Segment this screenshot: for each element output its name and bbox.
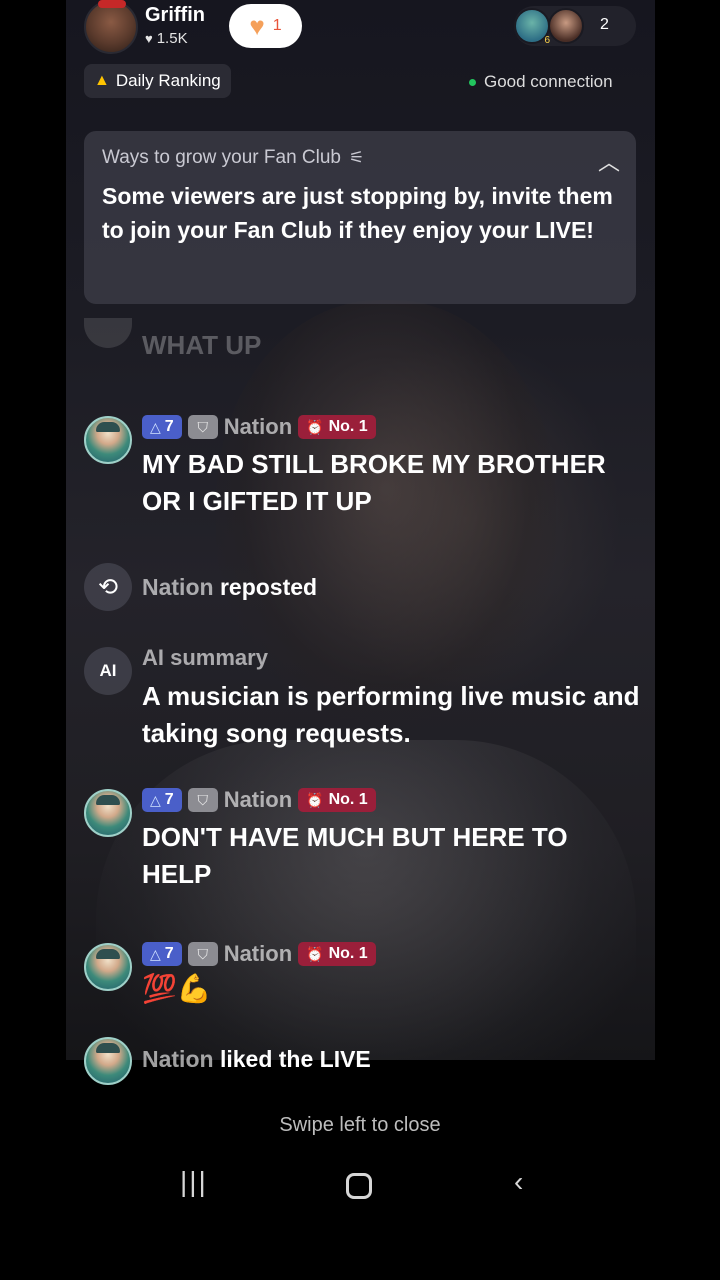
viewer-avatar[interactable]: 6	[514, 8, 550, 46]
fan-club-card-header: Ways to grow your Fan Club ⚟	[102, 147, 618, 169]
daily-ranking-label: Daily Ranking	[115, 71, 221, 90]
chat-meta: △ 7 ⛉ Nation ⏰ No. 1	[142, 414, 376, 440]
level-triangle-icon: △	[150, 418, 161, 435]
system-nav-bar: ||| ‹	[0, 1158, 720, 1218]
swipe-hint: Swipe left to close	[279, 1114, 441, 1136]
heart-count: 1	[272, 17, 282, 34]
repost-action: reposted	[219, 574, 318, 600]
viewer-avatar[interactable]	[548, 8, 584, 44]
cap-shape	[96, 422, 120, 432]
hat-shape	[98, 0, 126, 8]
chat-username[interactable]: Nation	[224, 941, 292, 967]
host-avatar[interactable]	[84, 0, 138, 54]
clock-icon: ⏰	[306, 418, 324, 435]
repost-icon: ⟲	[84, 563, 132, 611]
connection-dot-icon	[469, 78, 476, 86]
daily-ranking-button[interactable]: ▲ Daily Ranking	[84, 64, 231, 98]
user-avatar[interactable]	[84, 943, 132, 991]
rank-badge: ⏰ No. 1	[298, 788, 376, 812]
shield-icon: ⛉	[187, 942, 218, 966]
fire-icon: ▲	[94, 72, 110, 89]
viewer-rank-badge: 6	[544, 35, 550, 46]
ai-summary-label: AI summary	[142, 645, 268, 670]
level-triangle-icon: △	[150, 945, 161, 962]
clock-icon: ⏰	[306, 791, 324, 808]
clock-icon: ⏰	[306, 945, 324, 962]
rank-value: No. 1	[328, 418, 368, 435]
chevron-up-icon[interactable]: ︿	[598, 145, 620, 177]
chat-message-emoji: 💯💪	[142, 973, 212, 1004]
repost-line: Nation reposted	[142, 574, 317, 601]
repost-user[interactable]: Nation	[142, 574, 214, 600]
ai-icon: AI	[84, 647, 132, 695]
level-value: 7	[164, 945, 174, 962]
connection-label: Good connection	[484, 72, 613, 91]
liked-user[interactable]: Nation	[142, 1046, 214, 1072]
fan-club-card-title: Ways to grow your Fan Club	[102, 147, 341, 168]
back-icon[interactable]: ‹	[514, 1166, 523, 1198]
level-badge: △ 7	[142, 788, 182, 812]
host-likes: ♥ 1.5K	[145, 30, 188, 47]
chat-message-text: MY BAD STILL BROKE MY BROTHER OR I GIFTE…	[142, 449, 606, 516]
cap-shape	[96, 949, 120, 959]
rank-badge: ⏰ No. 1	[298, 415, 376, 439]
connection-status: Good connection	[469, 72, 613, 92]
user-avatar[interactable]	[84, 1037, 132, 1085]
faded-chat-message: WHAT UP	[142, 330, 262, 360]
heart-button[interactable]: ♥ 1	[229, 4, 302, 48]
user-avatar[interactable]	[84, 789, 132, 837]
level-triangle-icon: △	[150, 791, 161, 808]
rank-value: No. 1	[328, 791, 368, 808]
host-likes-count: 1.5K	[156, 30, 188, 47]
liked-line: Nation liked the LIVE	[142, 1046, 371, 1073]
fan-club-card[interactable]: Ways to grow your Fan Club ⚟ ︿ Some view…	[84, 131, 636, 304]
viewer-count: 2	[600, 16, 609, 33]
chat-meta: △ 7 ⛉ Nation ⏰ No. 1	[142, 941, 376, 967]
ai-summary-text: A musician is performing live music and …	[142, 681, 640, 748]
level-value: 7	[164, 418, 174, 435]
chat-message-text: DON'T HAVE MUCH BUT HERE TO HELP	[142, 822, 568, 889]
heart-icon: ♥	[249, 10, 265, 41]
rank-badge: ⏰ No. 1	[298, 942, 376, 966]
tune-icon[interactable]: ⚟	[349, 148, 364, 168]
fan-club-card-body: Some viewers are just stopping by, invit…	[102, 183, 613, 243]
chat-username[interactable]: Nation	[224, 414, 292, 440]
recent-apps-icon[interactable]: |||	[180, 1166, 208, 1198]
level-badge: △ 7	[142, 942, 182, 966]
host-name[interactable]: Griffin	[145, 4, 205, 27]
heart-icon: ♥	[145, 31, 153, 46]
liked-action: liked the LIVE	[219, 1046, 371, 1072]
level-value: 7	[164, 791, 174, 808]
shield-icon: ⛉	[187, 788, 218, 812]
viewer-list[interactable]: 6 2	[514, 6, 636, 46]
rank-value: No. 1	[328, 945, 368, 962]
chat-username[interactable]: Nation	[224, 787, 292, 813]
level-badge: △ 7	[142, 415, 182, 439]
shield-icon: ⛉	[187, 415, 218, 439]
user-avatar[interactable]	[84, 416, 132, 464]
cap-shape	[96, 1043, 120, 1053]
cap-shape	[96, 795, 120, 805]
home-icon[interactable]	[346, 1173, 372, 1199]
chat-meta: △ 7 ⛉ Nation ⏰ No. 1	[142, 787, 376, 813]
